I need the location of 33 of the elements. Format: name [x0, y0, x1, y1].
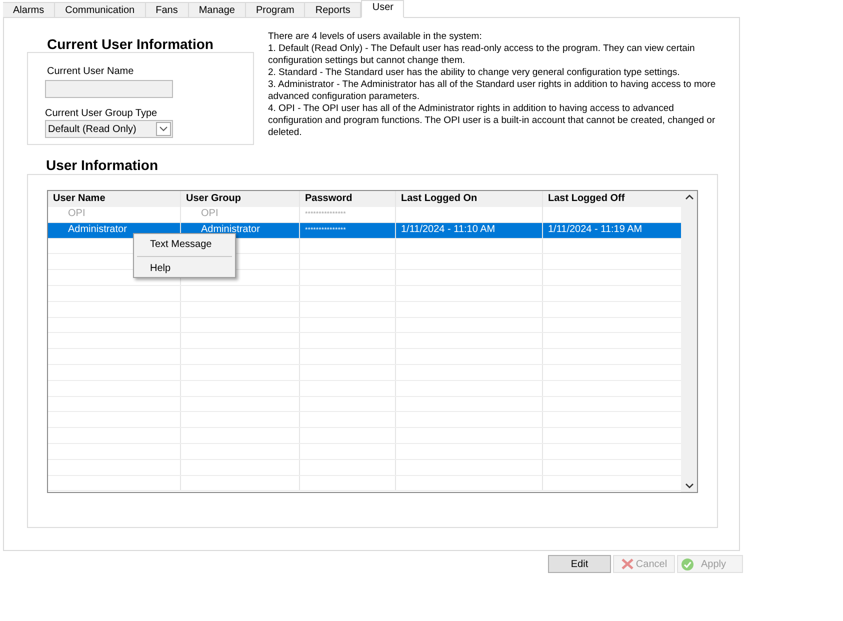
checkmark-icon — [681, 558, 694, 570]
section-heading: Current User Information — [46, 35, 214, 53]
input-field[interactable] — [45, 80, 173, 98]
table-cell: 1/11/2024 - 11:10 AM — [401, 224, 496, 235]
tab[interactable]: Reports — [305, 2, 362, 18]
table-cell: Administrator — [68, 224, 127, 235]
dropdown[interactable]: Default (Read Only) — [45, 120, 173, 138]
tab[interactable]: Communication — [55, 2, 146, 18]
description-text: There are 4 levels of users available in the system: 1. Default (Read Only) - The Default user has read-only access to the program. They can view certain configuration settings but cannot change them. 2. Standard - The Standard user has the ability to change very general configuration type settings. 3. Administrator - The Administrator has all of the Standard user rights in addition to having access to more advanced configuration parameters. 4. OPI - The OPI user has all of the Administrator rights in addition to having access to advanced configuration and program functions. The OPI user is a built-in account that cannot be created, changed or deleted. — [268, 31, 717, 140]
field-label: Current User Group Type — [45, 108, 158, 120]
scrollbar[interactable] — [681, 191, 697, 492]
column-header[interactable]: User Group — [181, 191, 300, 207]
chevron-down-icon[interactable] — [684, 483, 694, 489]
table-cell: OPI — [68, 208, 86, 219]
column-header[interactable]: Password — [300, 191, 396, 207]
column-header[interactable]: Last Logged On — [396, 191, 543, 207]
tab[interactable]: User — [361, 0, 404, 18]
tab[interactable]: Fans — [146, 2, 189, 18]
table-cell: 1/11/2024 - 11:19 AM — [548, 224, 642, 235]
menu-item[interactable]: Help — [134, 260, 235, 277]
menu-item[interactable]: Text Message — [134, 236, 235, 253]
section-heading: User Information — [45, 157, 160, 174]
tab[interactable]: Alarms — [3, 2, 56, 18]
field-label: Current User Name — [46, 65, 135, 78]
column-header[interactable]: User Name — [48, 191, 181, 207]
chevron-down-icon — [156, 122, 171, 136]
close-icon — [620, 558, 634, 570]
table-cell: OPI — [201, 208, 218, 219]
tab[interactable]: Program — [246, 2, 306, 18]
chevron-up-icon[interactable] — [684, 194, 694, 200]
table-cell: Administrator — [201, 224, 260, 235]
tab[interactable]: Manage — [188, 2, 246, 18]
action-button[interactable]: Edit — [548, 555, 611, 573]
